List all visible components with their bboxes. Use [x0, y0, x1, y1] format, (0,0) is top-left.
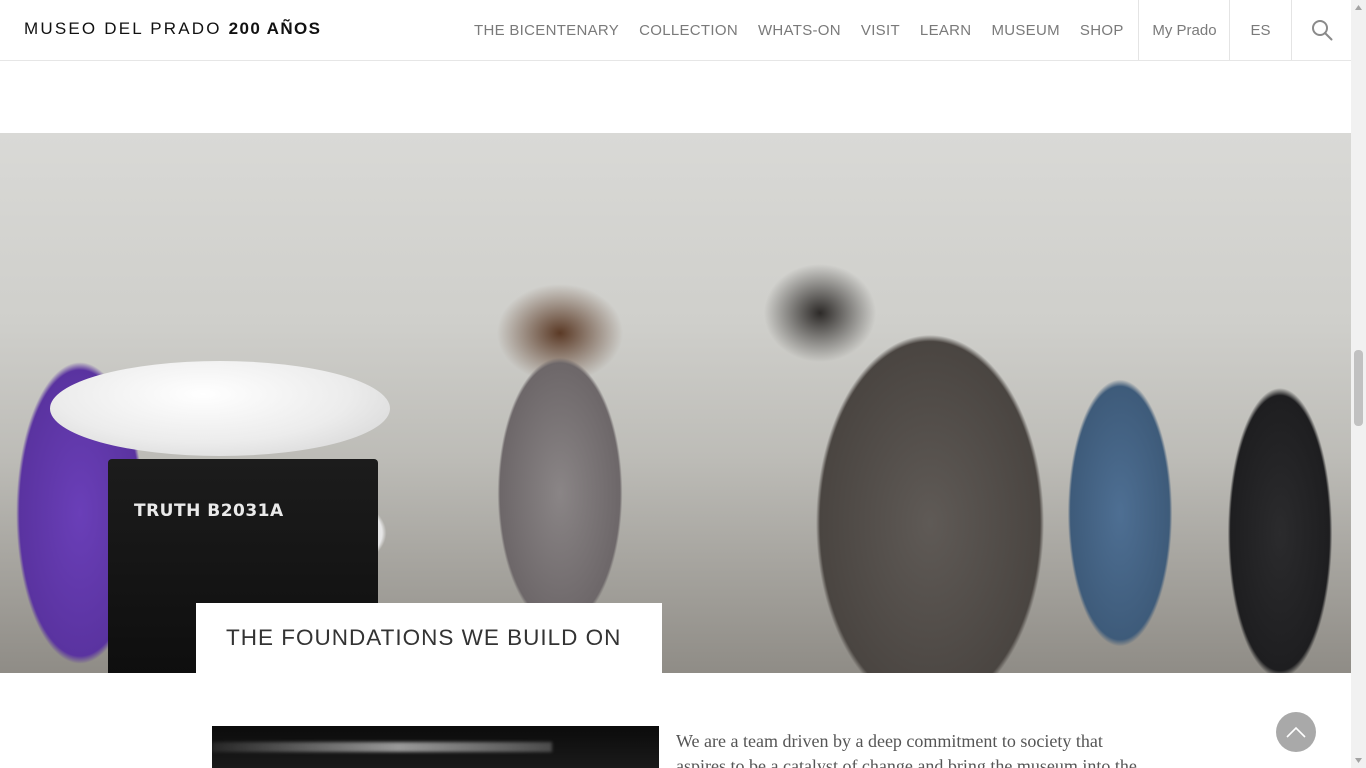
nav-item-learn[interactable]: LEARN: [910, 22, 982, 39]
search-icon: [1311, 20, 1332, 41]
white-dish-sculpture: [50, 361, 390, 456]
nav-item-bicentenary[interactable]: THE BICENTENARY: [464, 22, 629, 39]
nav-item-collection[interactable]: COLLECTION: [629, 22, 748, 39]
site-header: MUSEO DEL PRADO 200 AÑOS THE BICENTENARY…: [0, 0, 1351, 61]
nav-item-visit[interactable]: VISIT: [851, 22, 910, 39]
search-button[interactable]: [1291, 0, 1351, 60]
image-light-streak: [212, 742, 552, 752]
main-nav: THE BICENTENARY COLLECTION WHATS-ON VISI…: [464, 0, 1134, 60]
hero-caption-box: THE FOUNDATIONS WE BUILD ON: [196, 603, 662, 673]
scroll-up-arrow[interactable]: [1351, 0, 1366, 15]
speaker-model-label: TRUTH B2031A: [134, 501, 284, 521]
back-to-top-button[interactable]: [1276, 712, 1316, 752]
hero-image: TRUTH B2031A THE FOUNDATIONS WE BUILD ON: [0, 133, 1351, 673]
brand-name: MUSEO DEL PRADO: [24, 19, 222, 38]
intro-paragraph: We are a team driven by a deep commitmen…: [676, 731, 1137, 768]
scroll-down-arrow[interactable]: [1351, 753, 1366, 768]
hero-caption: THE FOUNDATIONS WE BUILD ON: [226, 625, 622, 650]
scrollbar-thumb[interactable]: [1354, 350, 1363, 426]
nav-item-shop[interactable]: SHOP: [1070, 22, 1134, 39]
chevron-up-icon: [1286, 726, 1306, 738]
language-switch[interactable]: ES: [1229, 0, 1291, 60]
nav-item-whats-on[interactable]: WHATS-ON: [748, 22, 851, 39]
site-logo[interactable]: MUSEO DEL PRADO 200 AÑOS: [24, 19, 321, 39]
nav-item-museum[interactable]: MUSEUM: [981, 22, 1069, 39]
triangle-down-icon: [1355, 758, 1362, 763]
content-image: [212, 726, 659, 768]
my-prado-link[interactable]: My Prado: [1138, 0, 1230, 60]
brand-anniversary: 200 AÑOS: [228, 19, 322, 38]
triangle-up-icon: [1355, 5, 1362, 10]
page-scrollbar[interactable]: [1351, 0, 1366, 768]
